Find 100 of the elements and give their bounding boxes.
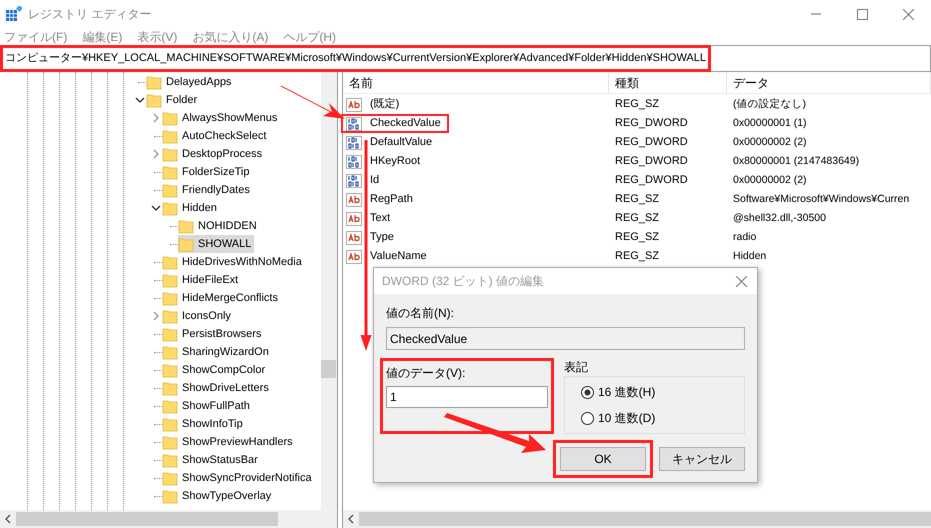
table-cell-text: REG_SZ [614,249,660,264]
tree-item[interactable]: Folder [146,91,200,109]
scroll-thumb[interactable] [321,360,336,378]
tree-item[interactable]: NOHIDDEN [178,217,260,235]
tree-item[interactable]: HideMergeConflicts [162,289,281,307]
radio-button[interactable] [581,412,594,424]
tree-item[interactable]: ShowTypeOverlay [162,487,274,505]
folder-icon [162,182,178,198]
tree-item[interactable]: HideDrivesWithNoMedia [162,253,305,271]
column-header[interactable]: データ [727,72,931,94]
menu-item[interactable]: ヘルプ(H) [283,28,336,46]
string-value-icon [346,210,362,226]
table-cell-text: 0x80000001 (2147483649) [732,154,860,169]
tree-item-label: FriendlyDates [182,182,250,198]
string-value-icon [346,96,362,112]
address-bar[interactable]: コンピューター¥HKEY_LOCAL_MACHINE¥SOFTWARE¥Microsoft¥Windows¥CurrentVersion¥Explorer¥Advanced¥Folder¥Hidden¥SHOWALL [0,45,931,72]
tree-item-label: DesktopProcess [182,146,262,162]
table-cell-text: ValueName [370,249,427,264]
tree-item[interactable]: DelayedApps [146,73,234,91]
tree-item[interactable]: ShowSyncProviderNotifica [162,469,315,487]
tree-item[interactable]: AutoCheckSelect [162,127,270,145]
chevron-down-icon[interactable] [151,203,161,213]
tree-item-label: ShowPreviewHandlers [182,434,293,450]
tree-item-label: FolderSizeTip [182,164,250,180]
tree-item[interactable]: FriendlyDates [162,181,253,199]
menu-item[interactable]: 編集(E) [82,28,122,46]
column-header[interactable]: 名前 [343,72,609,94]
folder-icon [162,470,178,486]
table-cell-text: REG_DWORD [614,135,689,150]
folder-icon [162,200,178,216]
string-value-icon [346,230,362,246]
horizontal-scrollbar[interactable] [0,510,337,528]
radio-label[interactable]: 10 進数(D) [598,409,656,427]
tree-item[interactable]: ShowStatusBar [162,451,261,469]
tree-item-label: NOHIDDEN [198,218,257,234]
tree-item-label: SharingWizardOn [182,344,269,360]
tree-item[interactable]: DesktopProcess [162,145,266,163]
table-cell-text: radio [732,230,756,245]
data-field[interactable]: 1 [386,386,548,408]
folder-icon [178,236,194,252]
binary-value-icon [346,116,362,132]
scroll-thumb[interactable] [16,512,278,526]
tree-item[interactable]: PersistBrowsers [162,325,264,343]
tree-item[interactable]: ShowCompColor [162,361,268,379]
tree-item-label: ShowInfoTip [182,416,243,432]
tree-item[interactable]: ShowFullPath [162,397,253,415]
chevron-right-icon[interactable] [151,311,161,321]
folder-icon [162,452,178,468]
tree-item[interactable]: IconsOnly [162,307,234,325]
tree-item-label: ShowDriveLetters [182,380,269,396]
window-title: レジストリ エディター [28,6,152,23]
tree-item[interactable]: HideFileExt [162,271,242,289]
chevron-down-icon[interactable] [135,95,145,105]
tree-item[interactable]: FolderSizeTip [162,163,252,181]
tree-item-label: Hidden [182,200,217,216]
folder-icon [162,128,178,144]
close-icon[interactable] [736,276,747,286]
menu-item[interactable]: ファイル(F) [4,28,68,46]
ok-button[interactable]: OK [560,447,646,471]
folder-icon [162,362,178,378]
table-cell-text: 0x00000002 (2) [732,172,807,188]
radio-button[interactable] [581,386,594,398]
tree-item[interactable]: ShowInfoTip [162,415,246,433]
table-cell-text: Hidden [732,248,766,264]
table-cell-text: (値の設定なし) [732,96,806,112]
table-cell-text: Id [370,173,380,188]
app-icon [6,6,22,22]
horizontal-scrollbar[interactable] [343,510,931,528]
tree-item[interactable]: Hidden [162,199,220,217]
table-cell-text: Type [370,230,394,246]
tree-item-label: ShowCompColor [182,362,266,378]
column-header[interactable]: 種類 [609,72,727,94]
folder-icon [162,146,178,162]
tree-item[interactable]: ShowPreviewHandlers [162,433,296,451]
tree-item[interactable]: AlwaysShowMenus [162,109,280,127]
group-label: 表記 [564,359,589,376]
radio-label[interactable]: 16 進数(H) [598,383,656,401]
menu-item[interactable]: お気に入り(A) [192,28,268,46]
tree-item-label: ShowStatusBar [182,452,258,468]
tree-item[interactable]: SHOWALL [178,235,254,253]
close-icon [902,8,914,20]
tree-item[interactable]: SharingWizardOn [162,343,272,361]
table-cell-text: 0x00000001 (1) [732,116,807,131]
table-cell-text: Software¥Microsoft¥Windows¥Curren [732,192,910,207]
tree-item-label: AutoCheckSelect [182,128,266,144]
table-cell-text: REG_SZ [614,97,660,112]
folder-icon [162,254,178,270]
folder-icon [162,110,178,126]
chevron-right-icon[interactable] [151,113,161,123]
cancel-button[interactable]: キャンセル [659,447,745,471]
scroll-thumb[interactable] [359,512,931,526]
folder-icon [162,416,178,432]
menu-item[interactable]: 表示(V) [137,28,178,46]
dialog-title: DWORD (32 ビット) 値の編集 [382,273,544,290]
chevron-right-icon[interactable] [151,149,161,159]
string-value-icon [346,192,362,208]
vertical-scrollbar[interactable] [321,72,337,510]
tree-item[interactable]: ShowDriveLetters [162,379,272,397]
folder-icon [162,164,178,180]
folder-icon [162,308,178,324]
